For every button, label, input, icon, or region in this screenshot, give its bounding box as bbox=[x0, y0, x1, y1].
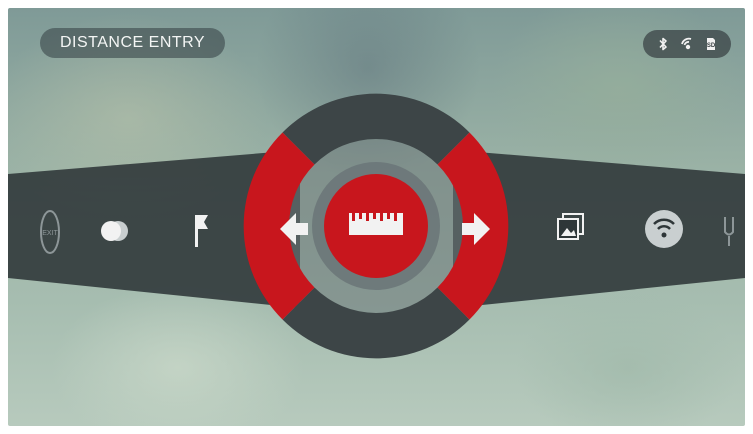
contrast-icon[interactable] bbox=[101, 221, 128, 241]
menu-carousel: EXIT bbox=[8, 93, 745, 359]
viewfinder-screen: DISTANCE ENTRY SD EXIT bbox=[8, 8, 745, 426]
wifi-icon[interactable] bbox=[645, 210, 683, 248]
ruler-icon bbox=[349, 213, 403, 235]
exit-label: EXIT bbox=[42, 230, 58, 237]
